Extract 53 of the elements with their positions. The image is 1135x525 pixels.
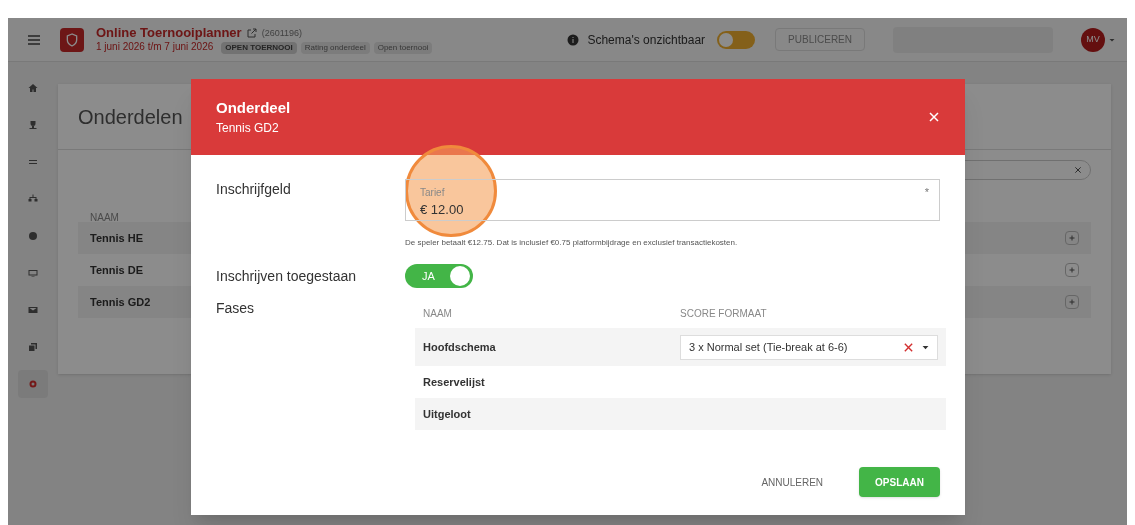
column-header: NAAM: [90, 212, 119, 223]
page-title: Onderdelen: [78, 104, 183, 130]
tournament-title[interactable]: Online Toernooiplanner: [96, 25, 242, 42]
table-cell-text: Tennis HE: [90, 230, 143, 246]
copy-icon: [27, 341, 39, 353]
fee-field[interactable]: Tarief € 12.00 *: [405, 179, 940, 221]
help-text: De speler betaalt €12.75. Dat is inclusief €0.75 platformbijdrage en exclusief transactiekosten.: [405, 238, 738, 247]
close-icon[interactable]: [928, 111, 940, 123]
table-cell-text: Reservelijst: [423, 374, 486, 390]
column-header: NAAM: [423, 306, 453, 321]
add-button[interactable]: [1065, 263, 1079, 277]
sidebar-item[interactable]: [18, 370, 48, 398]
required-mark: *: [924, 185, 929, 200]
caret-icon: [922, 343, 929, 351]
field-label: Inschrijven toegestaan: [216, 266, 358, 286]
table-cell-text: Tennis DE: [90, 262, 143, 278]
plus-icon: [1069, 299, 1075, 305]
external-link-icon: [245, 27, 258, 40]
screen-icon: [27, 267, 39, 279]
table-cell-text: Tennis GD2: [90, 294, 151, 310]
table-cell-text: Uitgeloot: [423, 406, 472, 422]
save-button[interactable]: OPSLAAN: [859, 467, 940, 497]
tournament-dates: 1 juni 2026 t/m 7 juni 2026: [96, 41, 214, 54]
tag: OPEN TOERNOOI: [221, 41, 297, 54]
settings-icon: [27, 378, 39, 390]
add-button[interactable]: [1065, 231, 1079, 245]
score-format-select[interactable]: 3 x Normal set (Tie-break at 6-6): [680, 334, 938, 360]
add-button[interactable]: [1065, 295, 1079, 309]
visibility-toggle[interactable]: [717, 30, 756, 49]
modal-title: Onderdeel: [216, 97, 291, 118]
column-header: SCORE FORMAAT: [680, 306, 767, 321]
ball-icon: [27, 230, 39, 242]
cancel-button[interactable]: ANNULEREN: [757, 474, 828, 490]
visibility-label: Schema's onzichtbaar: [587, 31, 706, 49]
mail-icon: [27, 304, 39, 316]
field-label: Inschrijfgeld: [216, 180, 292, 199]
user-avatar[interactable]: MV: [1081, 27, 1105, 52]
field-label: Tarief: [420, 186, 446, 200]
info-icon: [567, 33, 580, 46]
clear-icon: [1074, 166, 1082, 174]
caret-icon: [1109, 36, 1115, 43]
home-icon: [27, 82, 39, 94]
tournament-id: (2601196): [261, 27, 303, 39]
table-cell-text: Hoofdschema: [423, 339, 497, 355]
modal-subtitle: Tennis GD2: [216, 120, 280, 138]
clear-icon: [903, 341, 914, 353]
plus-icon: [1069, 267, 1075, 273]
tree-icon: [27, 193, 39, 205]
field-label: Fases: [216, 299, 256, 318]
plus-icon: [1069, 235, 1075, 241]
trophy-icon: [27, 119, 39, 131]
allow-toggle[interactable]: JA: [405, 264, 473, 288]
field-value: € 12.00: [420, 201, 465, 219]
